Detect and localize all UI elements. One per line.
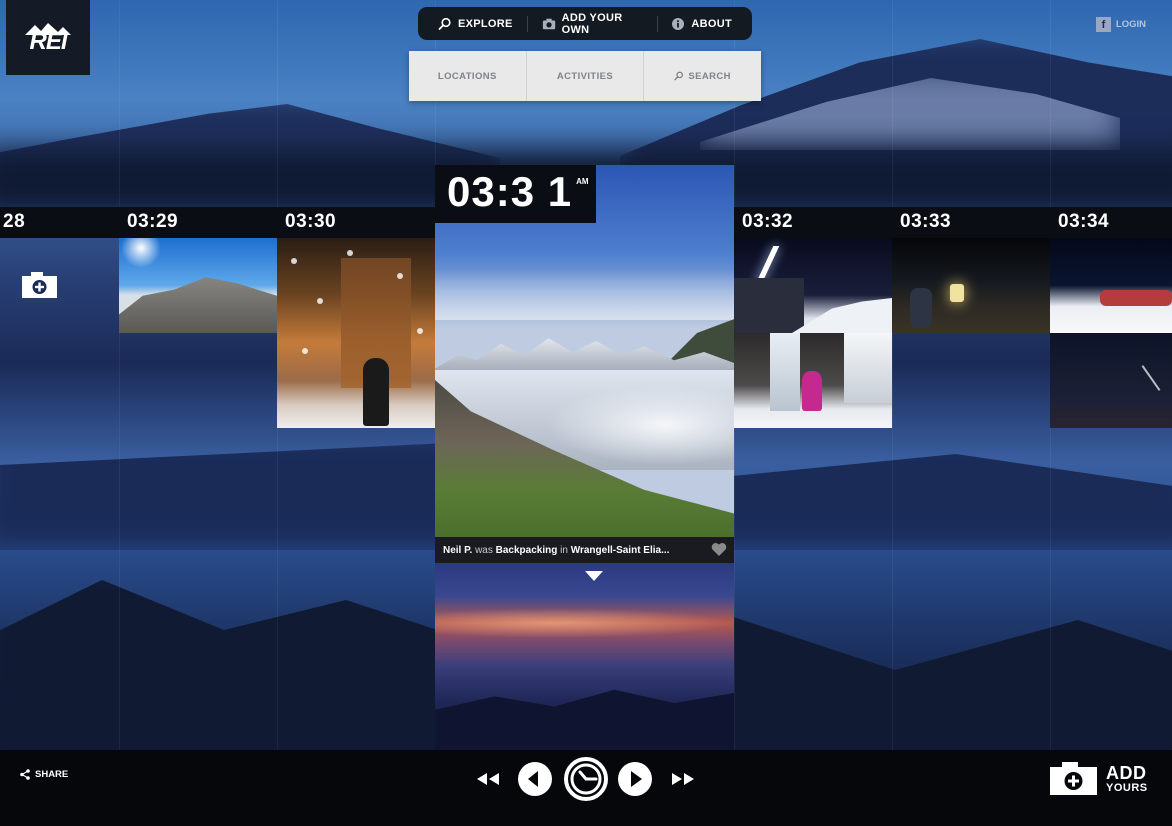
nav-about[interactable]: ABOUT [657,7,746,40]
yours-label: YOURS [1106,781,1148,794]
photo-thumbnail[interactable] [277,238,435,428]
next-icon[interactable] [617,761,653,797]
search-icon [438,17,451,30]
time-label: 03:30 [285,211,337,232]
camera-icon [542,18,555,29]
caption-activity[interactable]: Backpacking [496,545,558,556]
clock-icon[interactable] [563,756,609,802]
next-photo-preview[interactable] [435,563,734,750]
add-yours-button[interactable]: ADD YOURS [1050,762,1148,795]
rewind-icon[interactable] [475,772,501,786]
time-label: 03:29 [127,211,179,232]
photo-thumbnail[interactable] [734,238,892,333]
playback-controls [475,756,695,802]
search-icon [674,71,684,81]
logo-text: REI [29,27,67,55]
time-label: 03:33 [900,211,952,232]
top-nav: EXPLORE ADD YOUR OWN ABOUT [418,7,752,40]
login-button[interactable]: f LOGIN [1095,17,1146,32]
login-label: LOGIN [1115,19,1146,30]
info-icon [672,17,685,30]
nav-label: ADD YOUR OWN [561,11,623,36]
explore-submenu: LOCATIONS ACTIVITIES SEARCH [409,51,761,101]
nav-explore[interactable]: EXPLORE [424,7,527,40]
time-header[interactable]: 03:32 [734,207,892,238]
caption-in: in [560,544,568,556]
caption-user[interactable]: Neil P. [443,545,472,556]
featured-time-ampm: AM [576,177,589,186]
caption-was: was [475,544,493,556]
submenu-label: ACTIVITIES [556,70,614,82]
time-label: 28 [3,211,26,232]
share-button[interactable]: SHARE [20,769,68,780]
time-header[interactable]: 03:29 [119,207,277,238]
featured-time-value: 03:3 1 [447,168,573,215]
column-divider [119,0,120,750]
fast-forward-icon[interactable] [670,772,696,786]
time-label: 03:34 [1058,211,1110,232]
photo-thumbnail[interactable] [1050,238,1172,333]
photo-caption: Neil P. was Backpacking in Wrangell-Sain… [435,537,734,563]
submenu-search[interactable]: SEARCH [644,51,761,101]
share-label: SHARE [35,769,69,780]
time-header[interactable]: 28 [0,207,119,238]
time-header[interactable]: 03:30 [277,207,435,238]
chevron-down-icon[interactable] [585,571,603,581]
column-divider [892,0,893,750]
submenu-locations[interactable]: LOCATIONS [409,51,527,101]
submenu-label: SEARCH [688,70,731,82]
submenu-activities[interactable]: ACTIVITIES [527,51,645,101]
time-header[interactable]: 03:34 [1050,207,1172,238]
photo-thumbnail[interactable] [1050,333,1172,428]
time-header[interactable]: 03:33 [892,207,1050,238]
submenu-label: LOCATIONS [437,70,497,82]
rei-logo[interactable]: REI [6,0,90,75]
nav-add-your-own[interactable]: ADD YOUR OWN [528,7,657,40]
add-photo-icon[interactable] [22,272,57,298]
nav-label: ABOUT [691,17,733,30]
add-label: ADD [1106,762,1147,783]
add-photo-icon [1050,762,1097,795]
nav-label: EXPLORE [458,17,513,30]
time-label: 03:32 [742,211,794,232]
share-icon [20,769,30,780]
photo-thumbnail[interactable] [892,238,1050,333]
featured-time: 03:3 1 AM [435,165,596,223]
photo-thumbnail[interactable] [119,238,277,333]
facebook-icon: f [1095,17,1111,32]
heart-icon[interactable] [711,542,727,557]
previous-icon[interactable] [517,761,553,797]
photo-thumbnail[interactable] [734,333,892,428]
caption-location[interactable]: Wrangell-Saint Elia... [571,545,670,556]
